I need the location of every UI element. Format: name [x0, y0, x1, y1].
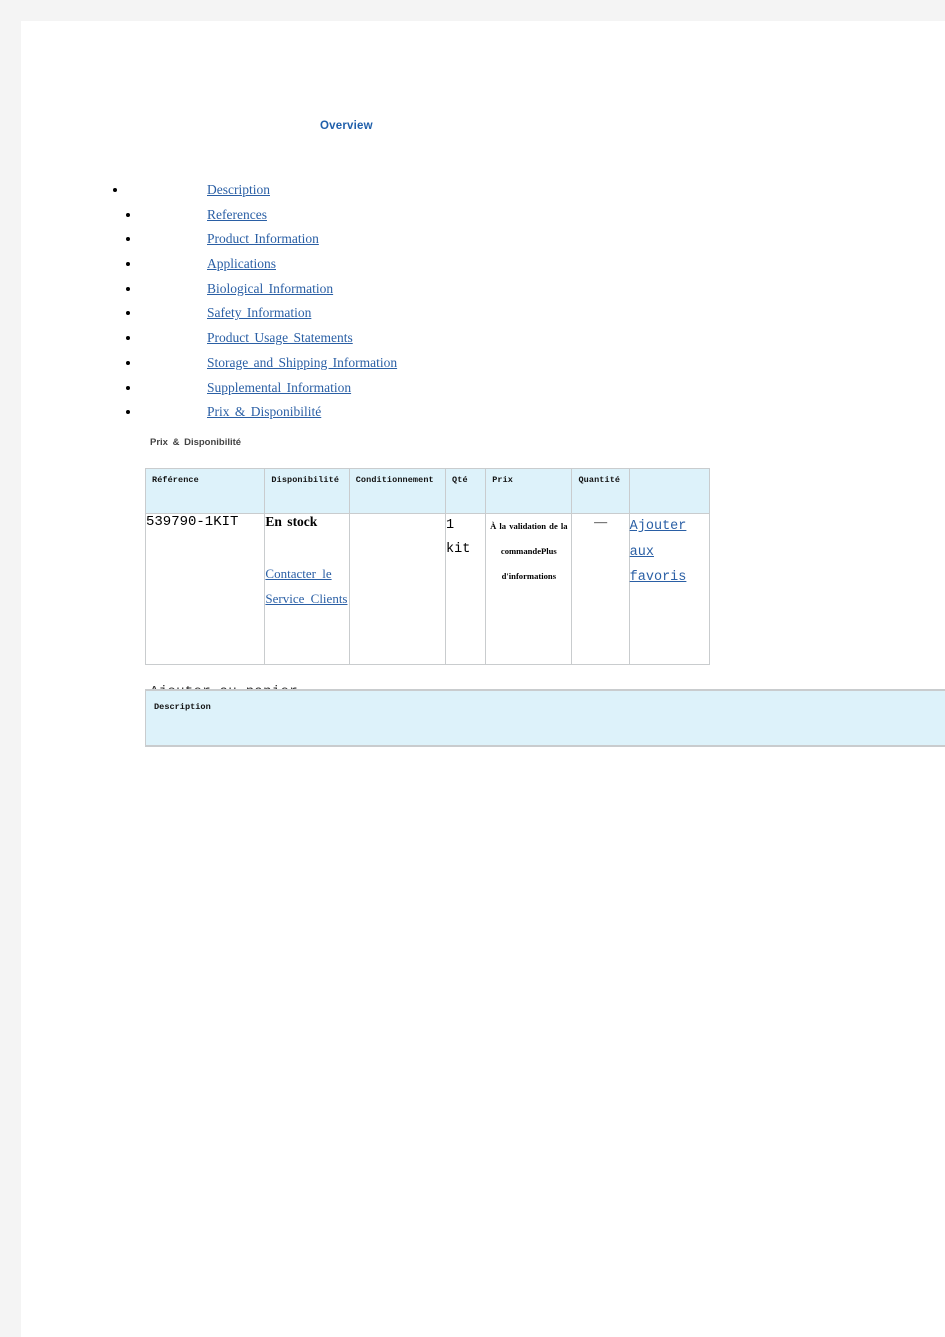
sidebar-item-prix-disponibilite[interactable]: Prix & Disponibilité	[207, 400, 321, 425]
sidebar-item-storage-and-shipping-information[interactable]: Storage and Shipping Information	[207, 351, 397, 376]
sidebar-item-biological-information[interactable]: Biological Information	[207, 277, 333, 302]
bullet-icon	[126, 237, 130, 242]
sidebar-item-description[interactable]: Description	[207, 178, 270, 203]
cell-packaging	[348, 513, 447, 665]
column-header-prix: Prix	[485, 468, 573, 514]
pricing-section-heading: Prix & Disponibilité	[150, 437, 242, 448]
bullet-icon	[113, 188, 117, 192]
cell-price: À la validation de la commandePlus d'inf…	[485, 513, 573, 665]
bullet-icon	[126, 286, 130, 291]
availability-table: Référence Disponibilité Conditionnement …	[144, 468, 711, 665]
description-panel: Description	[145, 689, 945, 747]
bullet-icon	[126, 385, 130, 390]
column-header-reference: Référence	[144, 468, 266, 514]
sidebar-item-safety-information[interactable]: Safety Information	[207, 301, 311, 326]
description-panel-title: Description	[154, 702, 211, 712]
status-badge: En stock	[265, 514, 318, 529]
cell-actions: Ajouter aux favoris	[628, 513, 711, 665]
bullet-icon	[126, 336, 130, 341]
sidebar-item-applications[interactable]: Applications	[207, 252, 276, 277]
column-header-actions	[628, 468, 711, 514]
column-header-disponibilite: Disponibilité	[264, 468, 350, 514]
sidebar-item-supplemental-information[interactable]: Supplemental Information	[207, 376, 351, 401]
cell-availability: En stock Contacter le Service Clients	[264, 513, 350, 665]
add-to-favorites-link[interactable]: Ajouter aux favoris	[630, 519, 687, 585]
bullet-icon	[126, 212, 130, 217]
sidebar-item-product-usage-statements[interactable]: Product Usage Statements	[207, 326, 353, 351]
bullet-icon	[126, 360, 130, 365]
cell-qty-unit: 1 kit	[445, 513, 487, 665]
table-row: 539790-1KIT En stock Contacter le Servic…	[144, 513, 711, 665]
table-header-row: Référence Disponibilité Conditionnement …	[144, 468, 711, 514]
contact-customer-service-link[interactable]: Contacter le Service Clients	[265, 561, 348, 611]
document-page: Overview Description References Product …	[21, 21, 945, 1337]
bullet-icon	[126, 410, 130, 415]
bullet-icon	[126, 311, 130, 316]
sidebar-item-references[interactable]: References	[207, 203, 267, 228]
bullet-icon	[126, 262, 130, 267]
cell-reference: 539790-1KIT	[144, 513, 266, 665]
column-header-quantite: Quantité	[571, 468, 630, 514]
page-title: Overview	[320, 120, 373, 132]
column-header-qte: Qté	[445, 468, 487, 514]
sidebar-item-product-information[interactable]: Product Information	[207, 227, 319, 252]
column-header-conditionnement: Conditionnement	[348, 468, 447, 514]
cell-quantity: —	[571, 513, 630, 665]
